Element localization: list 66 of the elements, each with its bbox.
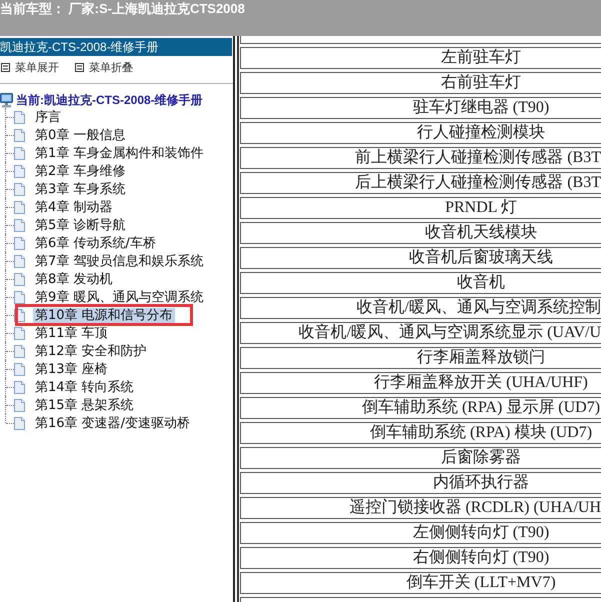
- page-icon: [14, 398, 25, 412]
- monitor-icon: [0, 92, 13, 108]
- page-icon: [14, 290, 25, 304]
- component-row[interactable]: 内循环执行器: [240, 472, 601, 494]
- component-row[interactable]: [240, 597, 601, 602]
- tree-item[interactable]: 第5章 诊断导航: [33, 218, 128, 232]
- component-row[interactable]: [240, 36, 601, 44]
- page-icon: [14, 254, 25, 268]
- tree-item[interactable]: 第11章 车顶: [33, 326, 110, 340]
- component-row[interactable]: 右前驻车灯: [240, 72, 601, 94]
- page-icon: [14, 380, 25, 394]
- tree-item[interactable]: 第8章 发动机: [33, 272, 114, 286]
- tree-item[interactable]: 第6章 传动系统/车桥: [33, 236, 158, 250]
- component-row[interactable]: 收音机: [240, 272, 601, 294]
- component-row[interactable]: 收音机/暖风、通风与空调系统控制: [240, 297, 601, 319]
- component-row[interactable]: 倒车开关 (LLT+MV7): [240, 572, 601, 594]
- tree-item[interactable]: 第7章 驾驶员信息和娱乐系统: [33, 254, 206, 268]
- component-row[interactable]: 收音机/暖风、通风与空调系统显示 (UAV/U: [240, 322, 601, 344]
- tree-item[interactable]: 第1章 车身金属构件和装饰件: [33, 146, 206, 160]
- component-row[interactable]: 行李厢盖释放锁闩: [240, 347, 601, 369]
- tree-item[interactable]: 第15章 悬架系统: [33, 398, 136, 412]
- component-row[interactable]: 遥控门锁接收器 (RCDLR) (UHA/UH: [240, 497, 601, 519]
- vehicle-model-label: 当前车型： 厂家:S-上海凯迪拉克CTS2008: [0, 1, 245, 17]
- page-icon: [14, 128, 25, 142]
- component-row[interactable]: 右侧侧转向灯 (T90): [240, 547, 601, 569]
- sidebar-title: 凯迪拉克-CTS-2008-维修手册: [0, 38, 232, 56]
- page-icon: [14, 362, 25, 376]
- component-row[interactable]: 左前驻车灯: [240, 47, 601, 69]
- tree-item[interactable]: 第3章 车身系统: [33, 182, 128, 196]
- component-row[interactable]: 行李厢盖释放开关 (UHA/UHF): [240, 372, 601, 394]
- tree-item[interactable]: 第2章 车身维修: [33, 164, 128, 178]
- page-icon: [14, 218, 25, 232]
- component-row[interactable]: 行人碰撞检测模块: [240, 122, 601, 144]
- page-icon: [14, 110, 25, 124]
- page-icon: [14, 326, 25, 340]
- menu-action-button[interactable]: 菜单折叠: [75, 60, 133, 74]
- tree-item[interactable]: 第16章 变速器/变速驱动桥: [33, 416, 192, 430]
- component-row[interactable]: 倒车辅助系统 (RPA) 显示屏 (UD7): [240, 397, 601, 419]
- component-row[interactable]: 倒车辅助系统 (RPA) 模块 (UD7): [240, 422, 601, 444]
- component-row[interactable]: 收音机后窗玻璃天线: [240, 247, 601, 269]
- page-icon: [14, 344, 25, 358]
- tree-item[interactable]: 第9章 暖风、通风与空调系统: [33, 290, 206, 304]
- page-icon: [14, 236, 25, 250]
- page-icon: [14, 200, 25, 214]
- page-icon: [14, 416, 25, 430]
- component-row[interactable]: 左侧侧转向灯 (T90): [240, 522, 601, 544]
- tree-item[interactable]: 第4章 制动器: [33, 200, 114, 214]
- component-row[interactable]: PRNDL 灯: [240, 197, 601, 219]
- tree-item[interactable]: 第12章 安全和防护: [33, 344, 149, 358]
- tree-item[interactable]: 第14章 转向系统: [33, 380, 136, 394]
- component-row[interactable]: 收音机天线模块: [240, 222, 601, 244]
- tree-root-label[interactable]: 当前:凯迪拉克-CTS-2008-维修手册: [16, 92, 203, 108]
- tree-item[interactable]: 第13章 座椅: [33, 362, 110, 376]
- component-row[interactable]: 后窗除雾器: [240, 447, 601, 469]
- component-row[interactable]: 前上横梁行人碰撞检测传感器 (B3T: [240, 147, 601, 169]
- tree-item[interactable]: 第10章 电源和信号分布: [33, 308, 175, 322]
- page-icon: [14, 182, 25, 196]
- page-icon: [14, 272, 25, 286]
- tree-item[interactable]: 序言: [33, 110, 63, 124]
- tree-item[interactable]: 第0章 一般信息: [33, 128, 128, 142]
- page-icon: [14, 146, 25, 160]
- page-icon: [14, 164, 25, 178]
- menu-action-button[interactable]: 菜单展开: [1, 60, 59, 74]
- list-icon: [75, 62, 84, 72]
- component-row[interactable]: 后上横梁行人碰撞检测传感器 (B3T: [240, 172, 601, 194]
- component-row[interactable]: 驻车灯继电器 (T90): [240, 97, 601, 119]
